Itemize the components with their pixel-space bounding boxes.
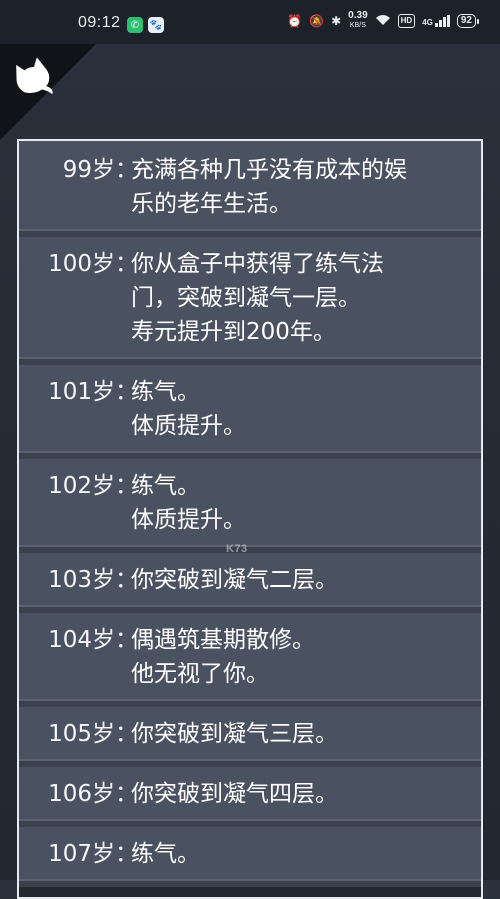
log-entry: 101岁 ： 练气。 体质提升。: [19, 365, 481, 459]
entry-colon: ：: [115, 251, 138, 277]
entry-text: 你从盒子中获得了练气法 门，突破到凝气一层。 寿元提升到200年。: [131, 251, 384, 345]
entry-colon: ：: [115, 157, 138, 183]
entry-age: 102岁: [48, 473, 115, 499]
log-entry: 102岁 ： 练气。 体质提升。: [19, 459, 481, 553]
entry-text: 你突破到凝气二层。: [131, 567, 338, 593]
bluetooth-icon: ✱: [331, 14, 342, 28]
entry-age: 99岁: [62, 157, 115, 183]
paw-app-icon: 🐾: [148, 17, 164, 33]
log-entry: 105岁 ： 你突破到凝气三层。: [19, 707, 481, 767]
network-type: 4G: [422, 18, 433, 27]
log-entry: 99岁 ： 充满各种几乎没有成本的娱 乐的老年生活。: [19, 141, 481, 237]
entry-text: 练气。: [131, 841, 200, 867]
entry-text: 练气。 体质提升。: [131, 379, 246, 439]
log-entry: 106岁 ： 你突破到凝气四层。: [19, 767, 481, 827]
entry-colon: ：: [115, 379, 138, 405]
entry-colon: ：: [115, 841, 138, 867]
log-entry: 103岁 ： 你突破到凝气二层。: [19, 553, 481, 613]
phone-app-icon: ✆: [127, 17, 143, 33]
entry-age: 104岁: [48, 627, 115, 653]
wifi-icon: [375, 14, 391, 29]
net-speed: 0.39 KB/S: [348, 10, 368, 30]
cat-menu-icon[interactable]: [10, 56, 56, 102]
mute-icon: 🔕: [309, 14, 325, 28]
entry-age: 106岁: [48, 781, 115, 807]
hd-badge: HD: [397, 14, 416, 28]
log-entry: 104岁 ： 偶遇筑基期散修。 他无视了你。: [19, 613, 481, 707]
log-entry: 107岁 ： 练气。: [19, 827, 481, 887]
status-bar: 09:12 ✆ 🐾 ⏰ 🔕 ✱ 0.39 KB/S HD 4G 92: [0, 0, 500, 44]
entry-age: 103岁: [48, 567, 115, 593]
entry-text: 充满各种几乎没有成本的娱 乐的老年生活。: [131, 157, 407, 217]
entry-colon: ：: [115, 721, 138, 747]
entry-age: 107岁: [48, 841, 115, 867]
entry-colon: ：: [115, 627, 138, 653]
entry-age: 100岁: [48, 251, 115, 277]
life-log-panel[interactable]: 99岁 ： 充满各种几乎没有成本的娱 乐的老年生活。 100岁 ： 你从盒子中获…: [17, 139, 483, 899]
entry-text: 你突破到凝气三层。: [131, 721, 338, 747]
entry-text: 偶遇筑基期散修。 他无视了你。: [131, 627, 315, 687]
signal-icon: 4G: [422, 15, 450, 27]
entry-colon: ：: [115, 567, 138, 593]
clock: 09:12: [78, 14, 121, 31]
entry-text: 练气。 体质提升。: [131, 473, 246, 533]
log-entry: 100岁 ： 你从盒子中获得了练气法 门，突破到凝气一层。 寿元提升到200年。: [19, 237, 481, 365]
battery-indicator: 92: [456, 14, 480, 28]
entry-colon: ：: [115, 781, 138, 807]
status-icons: ⏰ 🔕 ✱ 0.39 KB/S HD 4G 92: [287, 10, 480, 31]
entry-age: 105岁: [48, 721, 115, 747]
entry-text: 你突破到凝气四层。: [131, 781, 338, 807]
alarm-icon: ⏰: [287, 14, 303, 28]
watermark: K73: [226, 543, 248, 555]
entry-age: 101岁: [48, 379, 115, 405]
entry-colon: ：: [115, 473, 138, 499]
